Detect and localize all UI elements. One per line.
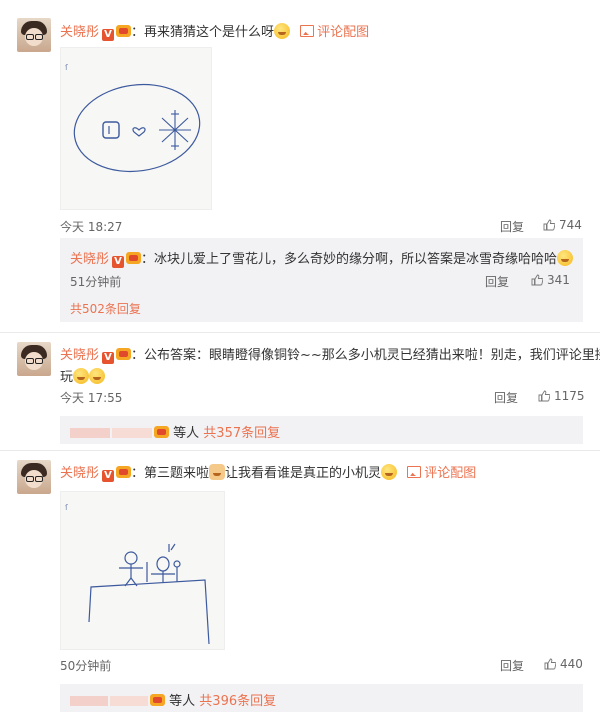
blurred-username	[70, 696, 108, 706]
grin-emoji-icon	[381, 464, 398, 480]
reply-button[interactable]: 回复	[500, 218, 524, 235]
like-button[interactable]: 440	[544, 657, 583, 671]
image-icon	[300, 25, 315, 37]
svg-text:ſ: ſ	[65, 503, 68, 512]
avatar[interactable]	[17, 342, 51, 376]
like-count: 341	[547, 273, 570, 287]
comment-text-a: ：第三题来啦	[131, 466, 210, 481]
reply-button[interactable]: 回复	[500, 657, 524, 674]
thumbs-up-icon	[538, 390, 550, 402]
vip-crown-icon	[116, 466, 132, 478]
comment-image-link[interactable]: 评论配图	[300, 25, 369, 40]
comment-time: 今天 17:55	[60, 391, 123, 405]
stick-figures-drawing: ſ	[65, 503, 210, 645]
thumbs-up-icon	[544, 658, 556, 670]
username[interactable]: 关晓彤	[60, 348, 99, 363]
reply-summary: 等人 共396条回复	[60, 684, 583, 712]
tongue-emoji-icon	[274, 23, 291, 39]
like-button[interactable]: 341	[531, 273, 570, 287]
thumbs-up-icon	[543, 219, 555, 231]
more-replies-link[interactable]: 共357条回复	[203, 426, 280, 441]
vip-crown-icon	[126, 252, 142, 264]
verified-badge-icon: V	[102, 29, 115, 41]
vip-crown-icon	[150, 694, 165, 706]
username[interactable]: 关晓彤	[60, 466, 99, 481]
blurred-username	[70, 428, 110, 438]
reply-time: 51分钟前	[70, 275, 122, 289]
reply-thread: 关晓彤 V ：冰块儿爱上了雪花儿，多么奇妙的缘分啊，所以答案是冰雪奇缘哈哈哈 51分…	[60, 238, 583, 322]
avatar[interactable]	[17, 18, 51, 52]
others-label: 等人	[169, 694, 196, 709]
comment-text-line2: 玩	[60, 370, 74, 385]
more-replies-link[interactable]: 共502条回复	[70, 300, 141, 317]
like-count: 440	[560, 657, 583, 671]
reply-text: ：冰块儿爱上了雪花儿，多么奇妙的缘分啊，所以答案是冰雪奇缘哈哈哈	[141, 252, 558, 267]
username[interactable]: 关晓彤	[60, 25, 99, 40]
vip-crown-icon	[116, 25, 132, 37]
like-count: 1175	[554, 389, 585, 403]
comment-text: ：再来猜猜这个是什么呀	[131, 25, 275, 40]
verified-badge-icon: V	[102, 352, 115, 364]
like-button[interactable]: 744	[543, 218, 582, 232]
laughing-emoji-icon	[557, 250, 574, 266]
vip-crown-icon	[154, 426, 169, 438]
thumbs-up-icon	[531, 274, 543, 286]
like-button[interactable]: 1175	[538, 389, 585, 403]
comment-image-link[interactable]: 评论配图	[407, 466, 476, 481]
verified-badge-icon: V	[112, 256, 125, 268]
reply-button[interactable]: 回复	[485, 273, 509, 290]
blurred-username	[112, 428, 152, 438]
image-icon	[407, 466, 422, 478]
like-count: 744	[559, 218, 582, 232]
reply-username[interactable]: 关晓彤	[70, 252, 109, 267]
comment-time: 今天 18:27	[60, 220, 123, 234]
ice-heart-snowflake-drawing: ſ	[65, 63, 201, 173]
divider	[0, 450, 600, 451]
grin-emoji-icon	[89, 368, 106, 384]
comment-image[interactable]: ſ	[60, 47, 212, 210]
grin-emoji-icon	[73, 368, 90, 384]
verified-badge-icon: V	[102, 470, 115, 482]
avatar[interactable]	[17, 460, 51, 494]
others-label: 等人	[173, 426, 200, 441]
comment-image[interactable]: ſ	[60, 491, 225, 650]
divider	[0, 332, 600, 333]
comment-text-b: 让我看看谁是真正的小机灵	[225, 466, 382, 481]
svg-text:ſ: ſ	[65, 63, 68, 72]
comment-time: 50分钟前	[60, 659, 112, 673]
reply-button[interactable]: 回复	[494, 389, 518, 406]
victory-hand-emoji-icon	[209, 464, 226, 480]
more-replies-link[interactable]: 共396条回复	[199, 694, 276, 709]
comment-text-line1: ：公布答案：眼睛瞪得像铜铃~~那么多小机灵已经猜出来啦！别走，我们评论里接着	[131, 348, 600, 363]
vip-crown-icon	[116, 348, 132, 360]
blurred-username	[110, 696, 148, 706]
reply-summary: 等人 共357条回复	[60, 416, 583, 444]
